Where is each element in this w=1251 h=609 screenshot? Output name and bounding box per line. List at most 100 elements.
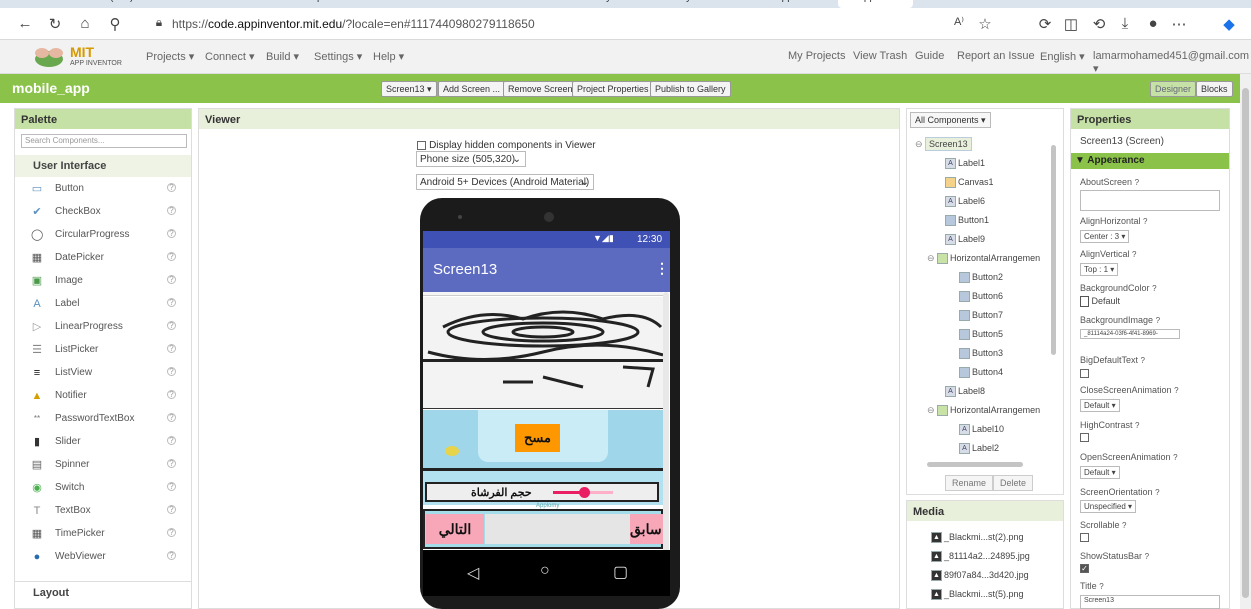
palette-item-slider[interactable]: ▮ Slider? <box>15 432 191 454</box>
browser-tab[interactable]: buy - Se... <box>675 0 745 8</box>
build-menu[interactable]: Build ▾ <box>266 50 299 63</box>
project-properties-button[interactable]: Project Properties <box>572 81 654 97</box>
nav-back-icon[interactable]: ◁ <box>467 563 479 583</box>
scrollable-checkbox[interactable] <box>1080 533 1089 542</box>
canvas1[interactable] <box>423 297 663 409</box>
palette-item-linearprogress[interactable]: ▷ LinearProgress? <box>15 317 191 339</box>
read-aloud-icon[interactable]: A⁾ <box>950 15 968 28</box>
help-icon[interactable]: ? <box>1152 284 1156 293</box>
media-file[interactable]: ▲ 89f07a84...3d420.jpg <box>931 570 1029 582</box>
help-icon[interactable]: ? <box>167 413 176 422</box>
media-file[interactable]: ▲ _81114a2...24895.jpg <box>931 551 1030 563</box>
tree-item-label1[interactable]: A Label1 <box>945 158 985 170</box>
palette-item-image[interactable]: ▣ Image? <box>15 271 191 293</box>
tree-item-button2[interactable]: Button2 <box>959 272 1003 284</box>
palette-item-button[interactable]: ▭ Button? <box>15 179 191 201</box>
address-bar[interactable]: https://code.appinventor.mit.edu/?locale… <box>172 17 535 31</box>
tree-item-label10[interactable]: A Label10 <box>959 424 1004 436</box>
phone-size-select[interactable]: Phone size (505,320) ⌄ <box>416 151 526 167</box>
browser-tab[interactable]: 3D happ... <box>755 0 830 8</box>
lock-icon[interactable]: 🔒︎ <box>150 15 168 30</box>
palette-item-timepicker[interactable]: ▦ TimePicker? <box>15 524 191 546</box>
scan-button[interactable]: مسح <box>515 424 560 452</box>
extensions-icon[interactable]: ⟳ <box>1036 15 1054 33</box>
overflow-menu-icon[interactable]: ⋮ <box>655 260 669 277</box>
next-button[interactable]: التالي <box>426 514 484 544</box>
tree-item-horizontal-arrangement[interactable]: ⊖ HorizontalArrangemen <box>927 405 1040 417</box>
palette-item-notifier[interactable]: ▲ Notifier? <box>15 386 191 408</box>
help-icon[interactable]: ? <box>167 367 176 376</box>
blocks-button[interactable]: Blocks <box>1196 81 1233 97</box>
screen-select[interactable]: Screen13 ▾ <box>381 81 437 97</box>
previous-button[interactable]: سابق <box>630 514 663 544</box>
tree-item-button4[interactable]: Button4 <box>959 367 1003 379</box>
help-menu[interactable]: Help ▾ <box>373 50 404 63</box>
browser-tab[interactable]: Cute car... <box>920 0 995 8</box>
account-menu[interactable]: lamarmohamed451@gmail.com ▾ <box>1093 50 1251 75</box>
browser-tab[interactable]: Free Temp... <box>275 0 345 8</box>
tree-item-horizontal-arrangement[interactable]: ⊖ HorizontalArrangemen <box>927 253 1040 265</box>
connect-menu[interactable]: Connect ▾ <box>205 50 255 63</box>
rename-button[interactable]: Rename <box>945 475 994 491</box>
palette-item-listpicker[interactable]: ☰ ListPicker? <box>15 340 191 362</box>
background-image-picker[interactable]: _81114a24-03f6-4f41-8969- <box>1080 329 1180 339</box>
media-file[interactable]: ▲ _Blackmi...st(5).png <box>931 589 1024 601</box>
browser-tab[interactable]: (127) W... <box>110 0 185 8</box>
palette-item-listview[interactable]: ≡ ListView? <box>15 363 191 385</box>
palette-item-switch[interactable]: ◉ Switch? <box>15 478 191 500</box>
hidden-components-checkbox[interactable] <box>417 140 426 150</box>
palette-item-checkbox[interactable]: ✔ CheckBox? <box>15 202 191 224</box>
palette-item-circularprogress[interactable]: ◯ CircularProgress? <box>15 225 191 247</box>
about-screen-textarea[interactable] <box>1080 190 1220 211</box>
align-vertical-select[interactable]: Top : 1 ▾ <box>1080 263 1119 276</box>
align-horizontal-select[interactable]: Center : 3 ▾ <box>1080 230 1130 243</box>
my-projects-link[interactable]: My Projects <box>788 50 845 62</box>
help-icon[interactable]: ? <box>167 206 176 215</box>
palette-item-passwordtextbox[interactable]: ** PasswordTextBox? <box>15 409 191 431</box>
search-icon[interactable]: ⚲ <box>106 15 124 33</box>
favorite-star-icon[interactable]: ☆ <box>976 15 994 33</box>
browser-tab[interactable]: ... <box>355 0 425 8</box>
help-icon[interactable]: ? <box>1174 386 1178 395</box>
copilot-icon[interactable]: ◆ <box>1220 15 1238 33</box>
slider-thumb[interactable] <box>579 487 590 498</box>
palette-item-datepicker[interactable]: ▦ DatePicker? <box>15 248 191 270</box>
tree-horizontal-scrollbar[interactable] <box>927 462 1023 467</box>
browser-tab[interactable]: free htm... <box>195 0 265 8</box>
profile-icon[interactable]: ● <box>1144 15 1162 32</box>
close-animation-select[interactable]: Default ▾ <box>1080 399 1120 412</box>
view-trash-link[interactable]: View Trash <box>853 50 907 62</box>
report-issue-link[interactable]: Report an Issue <box>957 50 1035 62</box>
help-icon[interactable]: ? <box>167 459 176 468</box>
refresh-icon[interactable]: ↻ <box>46 15 64 33</box>
help-icon[interactable]: ? <box>1135 421 1139 430</box>
title-input[interactable]: Screen13 <box>1080 595 1220 609</box>
components-filter-select[interactable]: All Components ▾ <box>910 112 991 128</box>
tree-item-screen13[interactable]: ⊖ Screen13 <box>915 137 972 151</box>
help-icon[interactable]: ? <box>1141 356 1145 365</box>
help-icon[interactable]: ? <box>1173 453 1177 462</box>
device-theme-select[interactable]: Android 5+ Devices (Android Material) ⌄ <box>416 174 594 190</box>
palette-search-input[interactable]: Search Components... <box>21 134 187 148</box>
tree-item-button1[interactable]: Button1 <box>945 215 989 227</box>
help-icon[interactable]: ? <box>167 436 176 445</box>
nav-recents-icon[interactable]: ▢ <box>613 562 628 582</box>
tree-item-button3[interactable]: Button3 <box>959 348 1003 360</box>
tree-item-label8[interactable]: A Label8 <box>945 386 985 398</box>
help-icon[interactable]: ? <box>1099 582 1103 591</box>
screen-orientation-select[interactable]: Unspecified ▾ <box>1080 500 1137 513</box>
tree-vertical-scrollbar[interactable] <box>1051 145 1056 355</box>
media-file[interactable]: ▲ _Blackmi...st(2).png <box>931 532 1024 544</box>
help-icon[interactable]: ? <box>167 390 176 399</box>
more-icon[interactable]: ⋯ <box>1170 15 1188 33</box>
tree-item-label9[interactable]: A Label9 <box>945 234 985 246</box>
browser-tab[interactable]: HTML Sc... <box>435 0 505 8</box>
tree-item-label6[interactable]: A Label6 <box>945 196 985 208</box>
remove-screen-button[interactable]: Remove Screen <box>503 81 578 97</box>
history-icon[interactable]: ⟲ <box>1090 15 1108 33</box>
palette-item-textbox[interactable]: T TextBox? <box>15 501 191 523</box>
settings-menu[interactable]: Settings ▾ <box>314 50 362 63</box>
help-icon[interactable]: ? <box>1143 217 1147 226</box>
delete-button[interactable]: Delete <box>993 475 1034 491</box>
palette-item-webviewer[interactable]: ● WebViewer? <box>15 547 191 569</box>
